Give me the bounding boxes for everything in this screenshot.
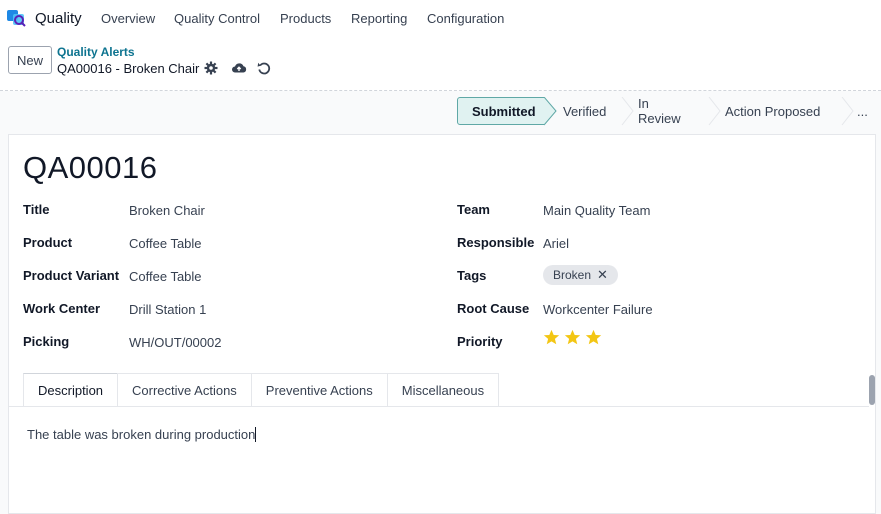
stage-submitted[interactable]: Submitted (457, 97, 545, 125)
status-bar: Submitted Verified In Review Action Prop… (457, 96, 881, 127)
field-picking[interactable]: WH/OUT/00002 (129, 335, 221, 350)
tab-divider (9, 406, 869, 407)
breadcrumb[interactable]: Quality Alerts (57, 45, 135, 59)
stage-label: Submitted (472, 103, 536, 119)
nav-configuration[interactable]: Configuration (427, 11, 504, 26)
description-text: The table was broken during production (27, 427, 256, 442)
cloud-upload-icon[interactable] (231, 60, 247, 76)
field-label-priority: Priority (457, 334, 503, 349)
stage-action-proposed[interactable]: Action Proposed (709, 97, 843, 125)
text-cursor (255, 427, 257, 442)
new-button[interactable]: New (8, 46, 52, 74)
discard-icon[interactable] (256, 60, 272, 76)
field-label-title: Title (23, 202, 50, 217)
field-label-team: Team (457, 202, 490, 217)
top-navbar: Quality Overview Quality Control Product… (0, 0, 881, 36)
field-work-center[interactable]: Drill Station 1 (129, 302, 206, 317)
record-title: QA00016 - Broken Chair (57, 61, 200, 76)
stage-label: Verified (563, 103, 607, 119)
nav-quality-control[interactable]: Quality Control (174, 11, 260, 26)
description-editor[interactable]: The table was broken during production (27, 427, 257, 442)
field-label-product-variant: Product Variant (23, 268, 120, 283)
star-icon[interactable] (564, 329, 581, 346)
nav-reporting[interactable]: Reporting (351, 11, 407, 26)
stage-arrow (708, 97, 721, 126)
field-label-tags: Tags (457, 268, 487, 283)
record-name[interactable]: QA00016 (23, 150, 158, 186)
quality-app-icon[interactable] (7, 8, 27, 28)
field-root-cause[interactable]: Workcenter Failure (543, 302, 653, 317)
remove-tag-icon[interactable]: ✕ (597, 267, 608, 283)
field-product-variant[interactable]: Coffee Table (129, 269, 202, 284)
tab-description[interactable]: Description (23, 373, 119, 407)
tag-label: Broken (553, 268, 592, 282)
field-label-responsible: Responsible (457, 235, 535, 250)
field-label-work-center: Work Center (23, 301, 101, 316)
field-title[interactable]: Broken Chair (129, 203, 205, 218)
stage-arrow (621, 97, 634, 126)
field-team[interactable]: Main Quality Team (543, 203, 650, 218)
scrollbar-thumb[interactable] (869, 375, 875, 405)
priority-widget (543, 329, 602, 346)
field-label-product: Product (23, 235, 73, 250)
nav-overview[interactable]: Overview (101, 11, 155, 26)
gear-icon[interactable] (203, 60, 219, 76)
field-responsible[interactable]: Ariel (543, 236, 569, 251)
notebook-tabs: Description Corrective Actions Preventiv… (23, 373, 500, 407)
field-product[interactable]: Coffee Table (129, 236, 202, 251)
stage-in-review[interactable]: In Review (622, 96, 709, 126)
star-icon[interactable] (585, 329, 602, 346)
tab-preventive-actions[interactable]: Preventive Actions (250, 373, 388, 407)
form-sheet: QA00016 Title Broken Chair Product Coffe… (8, 134, 876, 514)
stage-arrow (841, 97, 854, 126)
stage-label: Action Proposed (725, 103, 821, 119)
field-label-picking: Picking (23, 334, 70, 349)
tag-badge[interactable]: Broken ✕ (543, 265, 618, 285)
nav-products[interactable]: Products (280, 11, 331, 26)
field-label-root-cause: Root Cause (457, 301, 530, 316)
tab-miscellaneous[interactable]: Miscellaneous (386, 373, 500, 407)
control-panel: New Quality Alerts QA00016 - Broken Chai… (0, 36, 881, 91)
stage-label: In Review (638, 96, 681, 126)
stage-label: ... (857, 103, 868, 119)
star-icon[interactable] (543, 329, 560, 346)
stage-arrow (544, 97, 557, 126)
tab-corrective-actions[interactable]: Corrective Actions (117, 373, 252, 407)
app-name[interactable]: Quality (35, 10, 82, 27)
